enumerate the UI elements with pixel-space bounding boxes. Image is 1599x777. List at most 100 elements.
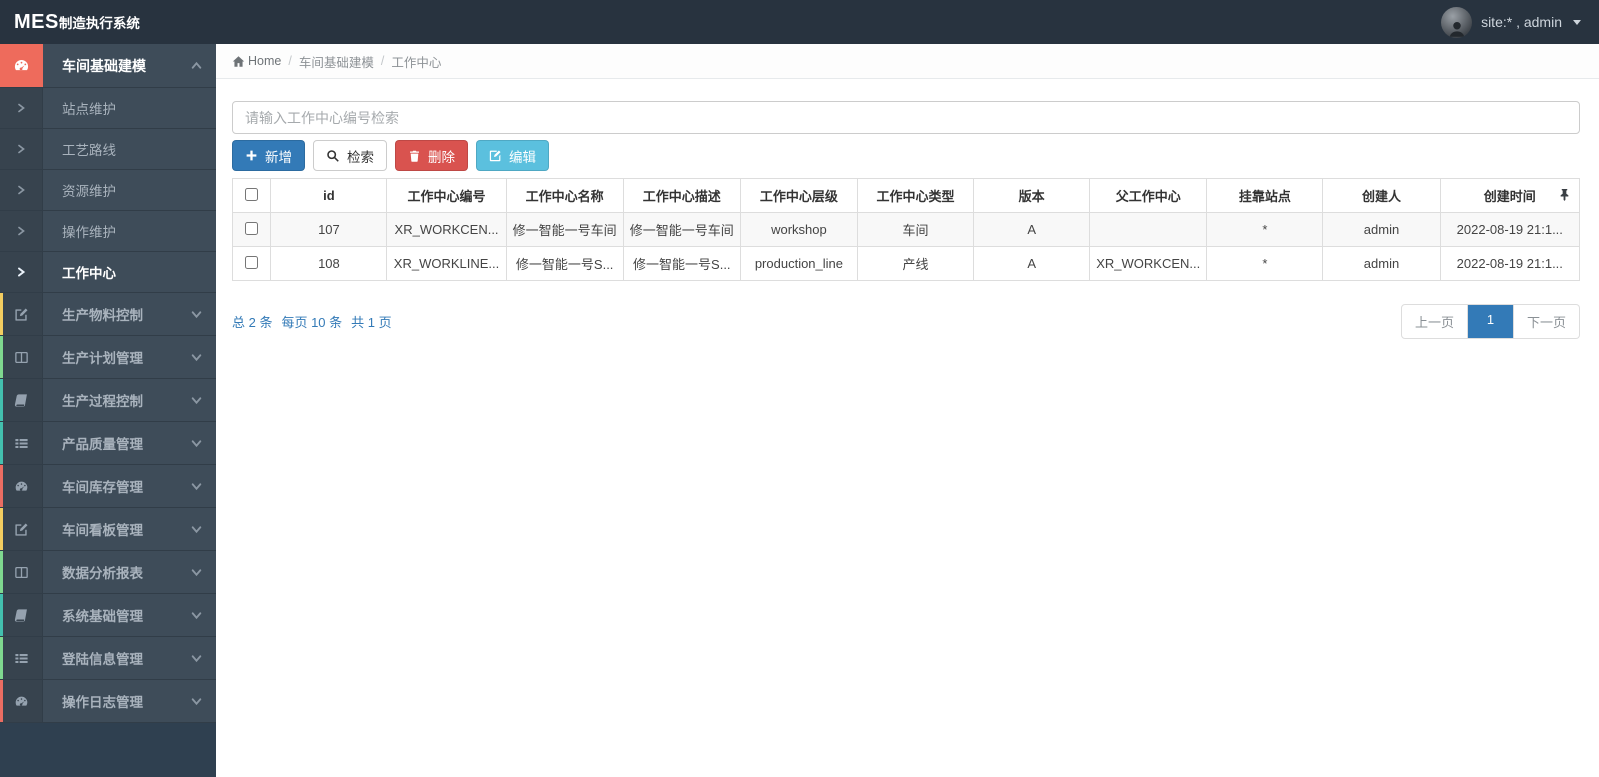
breadcrumb-level1[interactable]: 车间基础建模 [299,52,374,71]
plus-icon [246,150,257,161]
sidebar-item-product-quality-management[interactable]: 产品质量管理 [0,422,216,465]
work-center-table: id 工作中心编号 工作中心名称 工作中心描述 工作中心层级 工作中心类型 版本… [231,178,1581,281]
cell-creator: admin [1322,246,1441,281]
dashboard-icon [15,696,27,706]
cell-code: XR_WORKCEN... [386,212,507,247]
user-avatar [1441,6,1473,38]
chevron-up-icon [191,44,202,87]
edit-button[interactable]: 编辑 [476,140,549,171]
delete-button[interactable]: 删除 [395,140,468,171]
cell-name: 修一智能一号车间 [505,212,624,247]
user-label: site:* , admin [1481,14,1562,30]
breadcrumb-home[interactable]: Home [232,54,281,68]
app-logo-text: 制造执行系统 [58,15,140,31]
sidebar-item-production-material-control[interactable]: 生产物料控制 [0,293,216,336]
main-content: Home / 车间基础建模 / 工作中心 新增 检索 删除 编辑 [216,44,1599,777]
chevron-down-icon [191,379,202,421]
sidebar-item-production-process-control[interactable]: 生产过程控制 [0,379,216,422]
cell-create-time: 2022-08-19 21:1... [1439,246,1581,281]
table-row: 108 XR_WORKLINE... 修一智能一号S... 修一智能一号S...… [231,246,1581,281]
columns-icon [14,351,28,363]
color-strip [0,293,3,335]
chevron-right-icon [0,252,43,292]
columns-icon [14,566,28,578]
cell-level: workshop [739,212,858,247]
prev-page-button[interactable]: 上一页 [1400,304,1468,339]
breadcrumb-separator: / [380,54,385,68]
cell-parent: XR_WORKCEN... [1089,246,1208,281]
chevron-down-icon [191,422,202,464]
breadcrumb: Home / 车间基础建模 / 工作中心 [216,44,1599,79]
breadcrumb-separator: / [288,54,292,68]
list-icon [14,438,28,448]
cell-id: 108 [270,246,388,281]
cell-site: * [1206,212,1324,247]
cell-creator: admin [1322,212,1441,247]
cell-desc: 修一智能一号车间 [622,212,741,247]
app-logo: MES 制造执行系统 [14,11,140,34]
page-count: 共 1 页 [351,315,392,330]
sidebar-item-login-info-management[interactable]: 登陆信息管理 [0,637,216,680]
cell-parent [1089,212,1208,247]
cell-name: 修一智能一号S... [505,246,624,281]
sidebar-item-workshop-inventory-management[interactable]: 车间库存管理 [0,465,216,508]
chevron-right-icon [0,211,43,251]
sidebar-item-resource-maintenance[interactable]: 资源维护 [0,170,216,211]
sidebar-item-workshop-kanban-management[interactable]: 车间看板管理 [0,508,216,551]
pencil-square-icon [14,308,27,321]
person-icon [1449,21,1464,37]
color-strip [0,422,3,464]
col-work-center-type: 工作中心类型 [856,178,975,213]
col-attached-site: 挂靠站点 [1206,178,1324,213]
sidebar-item-production-plan-management[interactable]: 生产计划管理 [0,336,216,379]
dashboard-icon [15,481,27,491]
sidebar-item-work-center[interactable]: 工作中心 [0,252,216,293]
sidebar-item-site-maintenance[interactable]: 站点维护 [0,88,216,129]
chevron-down-icon [191,293,202,335]
dashboard-icon [14,59,29,71]
cell-create-time: 2022-08-19 21:1... [1439,212,1581,247]
cell-site: * [1206,246,1324,281]
chevron-down-icon [191,680,202,722]
table-row: 107 XR_WORKCEN... 修一智能一号车间 修一智能一号车间 work… [231,212,1581,247]
cell-version: A [973,246,1091,281]
sidebar-item-system-basic-management[interactable]: 系统基础管理 [0,594,216,637]
chevron-down-icon [191,551,202,593]
user-menu[interactable]: site:* , admin [1441,6,1581,38]
home-icon [232,55,245,67]
page-1-button[interactable]: 1 [1467,304,1514,339]
cell-code: XR_WORKLINE... [386,246,507,281]
cell-type: 产线 [856,246,975,281]
cell-type: 车间 [856,212,975,247]
sidebar-item-operation-log-management[interactable]: 操作日志管理 [0,680,216,723]
sidebar: 车间基础建模 站点维护 工艺路线 资源维护 操作维护 工作中心 生产物料控制 生… [0,44,216,777]
work-center-panel: 新增 检索 删除 编辑 [216,79,1599,339]
pushpin-icon[interactable] [1559,188,1570,204]
sidebar-item-operation-maintenance[interactable]: 操作维护 [0,211,216,252]
col-parent-work-center: 父工作中心 [1089,178,1208,213]
chevron-right-icon [0,170,43,210]
sidebar-item-data-analysis-report[interactable]: 数据分析报表 [0,551,216,594]
search-button[interactable]: 检索 [313,140,387,171]
chevron-right-icon [0,88,43,128]
pagination: 总 2 条 每页 10 条 共 1 页 上一页 1 下一页 [232,304,1580,339]
list-icon [14,653,28,663]
search-input[interactable] [232,101,1580,134]
add-button[interactable]: 新增 [232,140,305,171]
color-strip [0,594,3,636]
chevron-down-icon [191,508,202,550]
toolbar: 新增 检索 删除 编辑 [232,140,1580,171]
pager: 上一页 1 下一页 [1400,304,1580,339]
color-strip [0,336,3,378]
col-work-center-code: 工作中心编号 [386,178,507,213]
select-all-checkbox[interactable] [245,187,259,201]
app-logo-bold: MES [14,10,59,33]
total-count: 总 2 条 [232,315,273,330]
row-checkbox[interactable] [245,255,259,269]
book-icon [14,608,27,622]
next-page-button[interactable]: 下一页 [1513,304,1580,339]
color-strip [0,379,3,421]
row-checkbox[interactable] [245,221,259,235]
sidebar-group-workshop-basic-modeling[interactable]: 车间基础建模 [0,44,216,88]
sidebar-item-process-route[interactable]: 工艺路线 [0,129,216,170]
